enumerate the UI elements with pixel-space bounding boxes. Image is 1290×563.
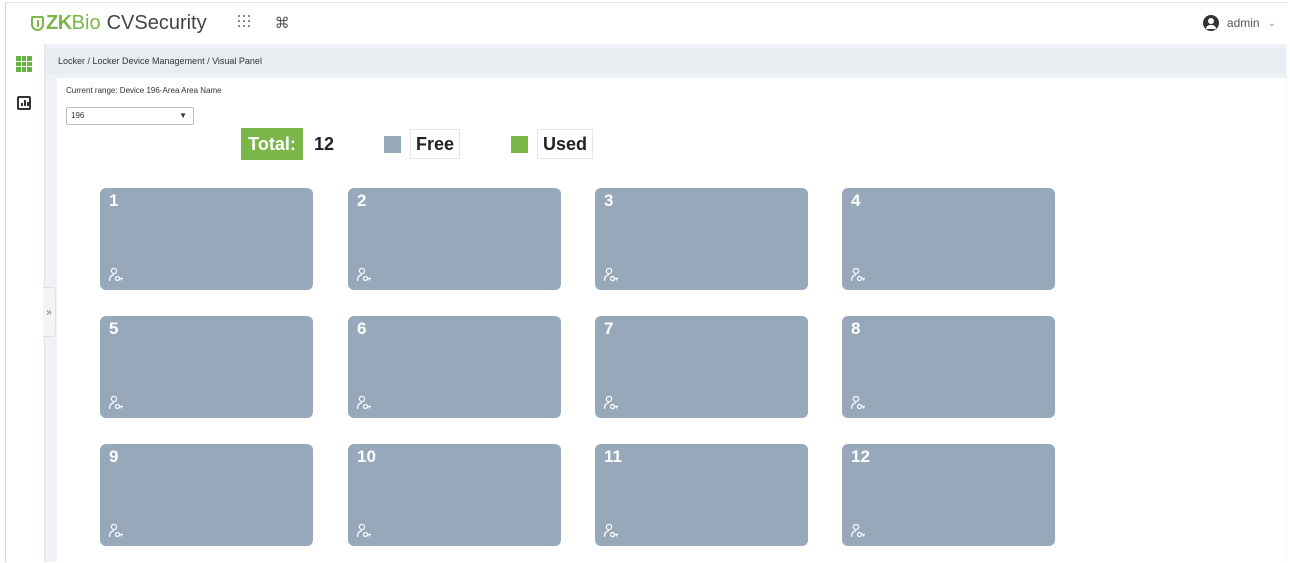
- person-key-icon: [850, 523, 865, 538]
- breadcrumb: Locker / Locker Device Management / Visu…: [45, 49, 1285, 74]
- double-chevron-right-icon: »: [46, 306, 52, 318]
- person-key-icon: [108, 523, 123, 538]
- device-select-value: 196: [71, 111, 85, 120]
- top-bar: ZK Bio CVSecurity ⌘ admin ⌄: [6, 3, 1288, 43]
- device-select[interactable]: 196 ▼: [66, 107, 194, 125]
- locker-number: 1: [109, 191, 119, 210]
- person-key-icon: [603, 395, 618, 410]
- locker-cell[interactable]: 7: [595, 316, 808, 418]
- app-logo[interactable]: ZK Bio CVSecurity: [31, 3, 207, 43]
- apps-grid-icon[interactable]: [237, 14, 251, 32]
- locker-cell[interactable]: 4: [842, 188, 1055, 290]
- shield-logo-icon: [31, 15, 44, 31]
- locker-number: 8: [851, 319, 861, 338]
- used-swatch: [511, 135, 528, 153]
- person-key-icon: [850, 267, 865, 282]
- locker-number: 12: [851, 447, 870, 466]
- locker-cell[interactable]: 9: [100, 444, 313, 546]
- locker-number: 5: [109, 319, 119, 338]
- current-range-label: Current range: Device 196-Area Area Name: [66, 86, 222, 95]
- brand-name: CVSecurity: [106, 11, 207, 34]
- dropdown-caret-icon: ▼: [179, 111, 187, 120]
- person-key-icon: [356, 267, 371, 282]
- person-key-icon: [850, 395, 865, 410]
- locker-number: 6: [357, 319, 367, 338]
- locker-cell[interactable]: 8: [842, 316, 1055, 418]
- locker-grid-icon[interactable]: [16, 56, 32, 72]
- person-key-icon: [356, 395, 371, 410]
- user-name: admin: [1226, 16, 1260, 30]
- user-menu[interactable]: admin ⌄: [1202, 3, 1276, 43]
- user-avatar-icon: [1202, 15, 1219, 31]
- locker-cell[interactable]: 11: [595, 444, 808, 546]
- left-rail: [6, 44, 45, 562]
- person-key-icon: [108, 267, 123, 282]
- locker-cell[interactable]: 5: [100, 316, 313, 418]
- locker-number: 4: [851, 191, 861, 210]
- used-label: Used: [537, 129, 594, 159]
- locker-cell[interactable]: 3: [595, 188, 808, 290]
- locker-cell[interactable]: 10: [348, 444, 561, 546]
- person-key-icon: [603, 267, 618, 282]
- person-key-icon: [108, 395, 123, 410]
- free-label: Free: [410, 129, 461, 159]
- legend-free: Free: [384, 128, 461, 160]
- person-key-icon: [356, 523, 371, 538]
- report-chart-icon[interactable]: [17, 96, 31, 110]
- person-key-icon: [603, 523, 618, 538]
- brand-bio: Bio: [71, 11, 101, 34]
- legend-used: Used: [511, 128, 594, 160]
- locker-number: 7: [604, 319, 614, 338]
- locker-number: 11: [604, 447, 622, 466]
- locker-cell[interactable]: 12: [842, 444, 1055, 546]
- locker-cell[interactable]: 2: [348, 188, 561, 290]
- collapse-sidebar-button[interactable]: »: [43, 287, 56, 337]
- free-swatch: [384, 135, 401, 153]
- chevron-down-icon: ⌄: [1267, 17, 1276, 29]
- brand-zk: ZK: [46, 11, 72, 34]
- locker-cell[interactable]: 1: [100, 188, 313, 290]
- locker-number: 2: [357, 191, 367, 210]
- total-count: 12: [314, 134, 335, 154]
- locker-cell[interactable]: 6: [348, 316, 561, 418]
- locker-number: 3: [604, 191, 614, 210]
- locker-number: 10: [357, 447, 376, 466]
- command-icon[interactable]: ⌘: [275, 14, 290, 32]
- locker-number: 9: [109, 447, 119, 466]
- total-badge: Total:: [241, 128, 303, 160]
